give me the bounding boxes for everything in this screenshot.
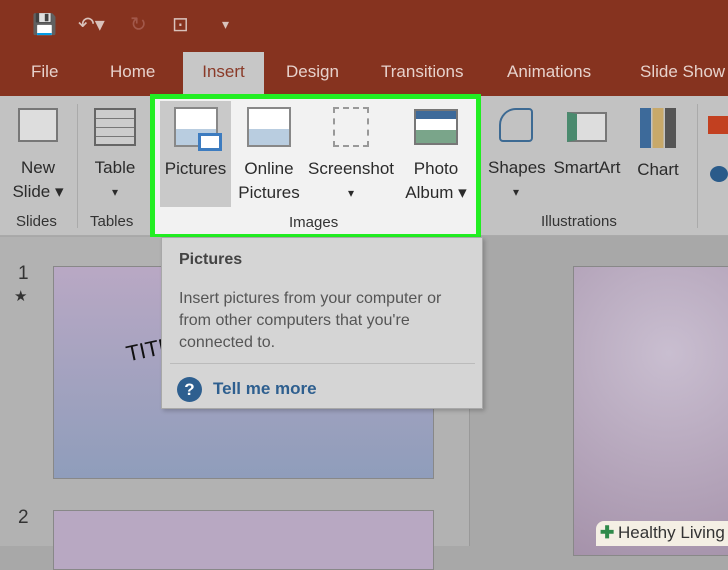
pictures-button[interactable]: Pictures — [160, 101, 231, 207]
images-group-highlight: Pictures Online Pictures Screenshot ▾ Pho… — [150, 94, 481, 239]
tab-insert[interactable]: Insert — [183, 52, 264, 96]
pictures-tooltip: Pictures Insert pictures from your compu… — [161, 237, 483, 409]
tab-transitions[interactable]: Transitions — [381, 62, 464, 82]
online-pictures-button[interactable]: Online Pictures — [233, 101, 305, 205]
new-slide-button[interactable]: New Slide ▾ — [10, 108, 66, 204]
slide-editor-canvas[interactable] — [573, 266, 728, 556]
store-icon[interactable] — [708, 116, 728, 134]
new-slide-label: New — [20, 158, 55, 177]
title-bar: 💾 ↶▾ ↻ ⊡ ▾ File Home Insert Design Trans… — [0, 0, 728, 96]
photo-album-icon — [414, 109, 458, 145]
slide-number: 1 — [18, 263, 29, 284]
save-icon[interactable]: 💾 — [32, 12, 57, 37]
undo-icon[interactable]: ↶▾ — [78, 12, 105, 37]
tab-design[interactable]: Design — [286, 62, 339, 82]
tooltip-title: Pictures — [179, 251, 243, 268]
new-slide-label2: Slide — [12, 182, 51, 201]
tab-file[interactable]: File — [31, 62, 58, 82]
online-pictures-icon — [247, 107, 291, 147]
group-label-illustrations: Illustrations — [541, 213, 617, 230]
shapes-button[interactable]: Shapes ▾ — [488, 108, 546, 204]
group-label-images: Images — [289, 214, 339, 231]
tab-animations[interactable]: Animations — [507, 62, 591, 82]
redo-icon[interactable]: ↻ — [130, 12, 147, 37]
group-label-tables: Tables — [90, 213, 134, 230]
photo-album-label: Photo — [413, 159, 459, 178]
screenshot-icon — [333, 107, 369, 147]
table-icon — [94, 108, 136, 146]
smartart-button[interactable]: SmartArt — [550, 108, 624, 180]
smartart-icon — [567, 112, 607, 142]
pictures-icon — [173, 107, 222, 151]
present-icon[interactable]: ⊡ — [172, 12, 189, 37]
photo-album-button[interactable]: Photo Album ▾ — [399, 101, 473, 205]
table-button[interactable]: Table ▾ — [88, 108, 142, 204]
tab-slide-show[interactable]: Slide Show — [640, 62, 725, 82]
new-slide-icon — [18, 108, 58, 142]
shapes-label: Shapes — [488, 158, 546, 177]
plus-logo-icon: ✚ — [600, 523, 615, 542]
my-addins-icon[interactable] — [710, 166, 728, 182]
slide-thumbnail-2[interactable] — [53, 510, 434, 570]
screenshot-label: Screenshot — [308, 159, 394, 178]
online-pictures-label: Online — [244, 159, 294, 178]
animation-star-icon: ★ — [14, 288, 28, 305]
watermark: ✚ Healthy Living — [596, 521, 728, 546]
screenshot-button[interactable]: Screenshot ▾ — [305, 101, 397, 205]
table-label: Table — [94, 158, 136, 177]
chart-button[interactable]: Chart — [632, 108, 684, 182]
help-icon[interactable]: ? — [177, 377, 202, 402]
watermark-text: Healthy Living — [618, 523, 725, 542]
tooltip-body: Insert pictures from your computer or fr… — [179, 290, 442, 351]
tab-home[interactable]: Home — [110, 62, 155, 82]
shapes-icon — [499, 108, 533, 142]
online-pictures-label2: Pictures — [238, 183, 300, 202]
chart-icon — [640, 108, 676, 148]
chart-label: Chart — [637, 160, 679, 179]
slide-number: 2 — [18, 507, 29, 528]
group-label-slides: Slides — [16, 213, 57, 230]
customize-icon[interactable]: ▾ — [222, 16, 229, 33]
smartart-label: SmartArt — [553, 158, 621, 177]
tell-me-more-link[interactable]: Tell me more — [213, 379, 317, 399]
photo-album-label2: Album — [405, 183, 454, 202]
pictures-label: Pictures — [164, 159, 227, 178]
